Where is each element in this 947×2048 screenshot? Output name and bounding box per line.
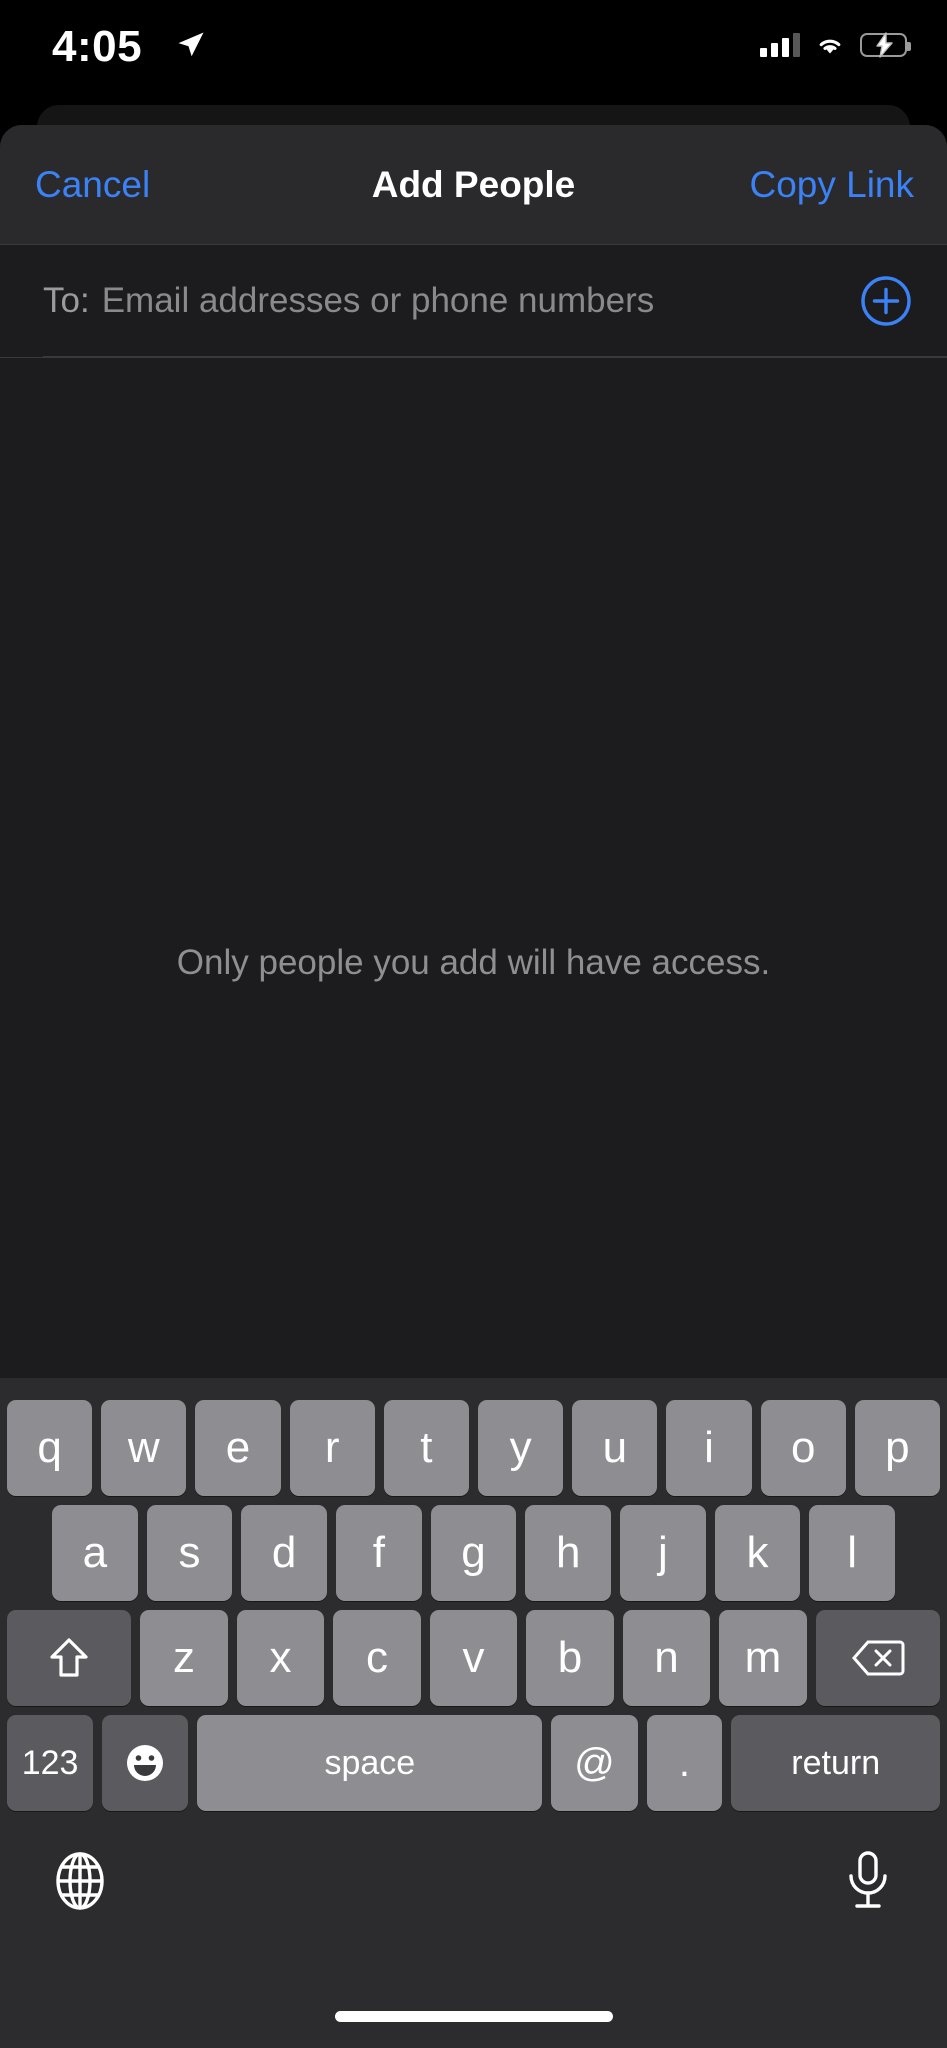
recipients-input-placeholder[interactable]: Email addresses or phone numbers bbox=[102, 281, 655, 321]
numbers-key[interactable]: 123 bbox=[6, 1715, 94, 1811]
keyboard-row-2: a s d f g h j k l bbox=[0, 1505, 947, 1601]
return-key[interactable]: return bbox=[731, 1715, 941, 1811]
empty-state-area: Only people you add will have access. bbox=[0, 359, 947, 1378]
key-j[interactable]: j bbox=[620, 1505, 706, 1601]
key-w[interactable]: w bbox=[101, 1400, 187, 1496]
keyboard-row-4: 123 space @ . return bbox=[0, 1715, 947, 1811]
key-y[interactable]: y bbox=[478, 1400, 564, 1496]
key-u[interactable]: u bbox=[572, 1400, 658, 1496]
keyboard-row-1: q w e r t y u i o p bbox=[0, 1400, 947, 1496]
backspace-icon bbox=[851, 1640, 905, 1676]
shift-key[interactable] bbox=[7, 1610, 132, 1706]
key-f[interactable]: f bbox=[336, 1505, 422, 1601]
plus-circle-icon[interactable] bbox=[860, 275, 912, 327]
globe-icon[interactable] bbox=[50, 1851, 110, 1911]
key-b[interactable]: b bbox=[526, 1610, 614, 1706]
status-bar: 4:05 bbox=[0, 0, 947, 95]
recipients-field-row[interactable]: To: Email addresses or phone numbers bbox=[0, 245, 947, 358]
copy-link-button[interactable]: Copy Link bbox=[749, 164, 914, 206]
period-key[interactable]: . bbox=[646, 1715, 723, 1811]
key-v[interactable]: v bbox=[429, 1610, 518, 1706]
key-l[interactable]: l bbox=[809, 1505, 896, 1601]
keyboard-row-3: z x c v b n m bbox=[0, 1610, 947, 1706]
key-r[interactable]: r bbox=[289, 1400, 375, 1496]
key-i[interactable]: i bbox=[666, 1400, 752, 1496]
key-s[interactable]: s bbox=[146, 1505, 233, 1601]
key-h[interactable]: h bbox=[525, 1505, 612, 1601]
delete-key[interactable] bbox=[815, 1610, 940, 1706]
wifi-icon bbox=[819, 39, 841, 54]
key-x[interactable]: x bbox=[236, 1610, 325, 1706]
battery-charging-icon bbox=[860, 32, 911, 58]
keyboard-bottom-bar bbox=[0, 1823, 947, 2048]
key-a[interactable]: a bbox=[51, 1505, 138, 1601]
key-q[interactable]: q bbox=[6, 1400, 93, 1496]
key-p[interactable]: p bbox=[854, 1400, 941, 1496]
add-people-sheet: Cancel Add People Copy Link To: Email ad… bbox=[0, 125, 947, 2048]
key-e[interactable]: e bbox=[195, 1400, 281, 1496]
iphone-screen: 4:05 Cancel Add People Copy Link To: Ema… bbox=[0, 0, 947, 2048]
key-t[interactable]: t bbox=[383, 1400, 469, 1496]
key-d[interactable]: d bbox=[241, 1505, 327, 1601]
key-m[interactable]: m bbox=[719, 1610, 807, 1706]
key-c[interactable]: c bbox=[333, 1610, 421, 1706]
key-o[interactable]: o bbox=[760, 1400, 846, 1496]
lightning-bolt-icon bbox=[875, 32, 893, 58]
to-label: To: bbox=[43, 281, 90, 320]
key-n[interactable]: n bbox=[622, 1610, 711, 1706]
emoji-key[interactable] bbox=[102, 1715, 189, 1811]
location-arrow-icon bbox=[178, 32, 204, 57]
key-z[interactable]: z bbox=[140, 1610, 228, 1706]
space-key[interactable]: space bbox=[197, 1715, 543, 1811]
home-indicator[interactable] bbox=[334, 2011, 613, 2022]
navigation-bar: Cancel Add People Copy Link bbox=[0, 125, 947, 245]
empty-state-message: Only people you add will have access. bbox=[176, 942, 771, 982]
key-k[interactable]: k bbox=[714, 1505, 801, 1601]
microphone-icon[interactable] bbox=[841, 1849, 895, 1913]
status-bar-time: 4:05 bbox=[52, 22, 143, 71]
status-bar-indicators bbox=[760, 28, 911, 62]
shift-arrow-icon bbox=[50, 1638, 88, 1677]
software-keyboard: q w e r t y u i o p a s d f g h j k l z … bbox=[0, 1378, 947, 2048]
smiley-face-icon bbox=[127, 1745, 164, 1781]
cellular-bars-icon bbox=[760, 33, 800, 57]
at-key[interactable]: @ bbox=[551, 1715, 638, 1811]
key-g[interactable]: g bbox=[430, 1505, 517, 1601]
cancel-button[interactable]: Cancel bbox=[35, 164, 150, 206]
